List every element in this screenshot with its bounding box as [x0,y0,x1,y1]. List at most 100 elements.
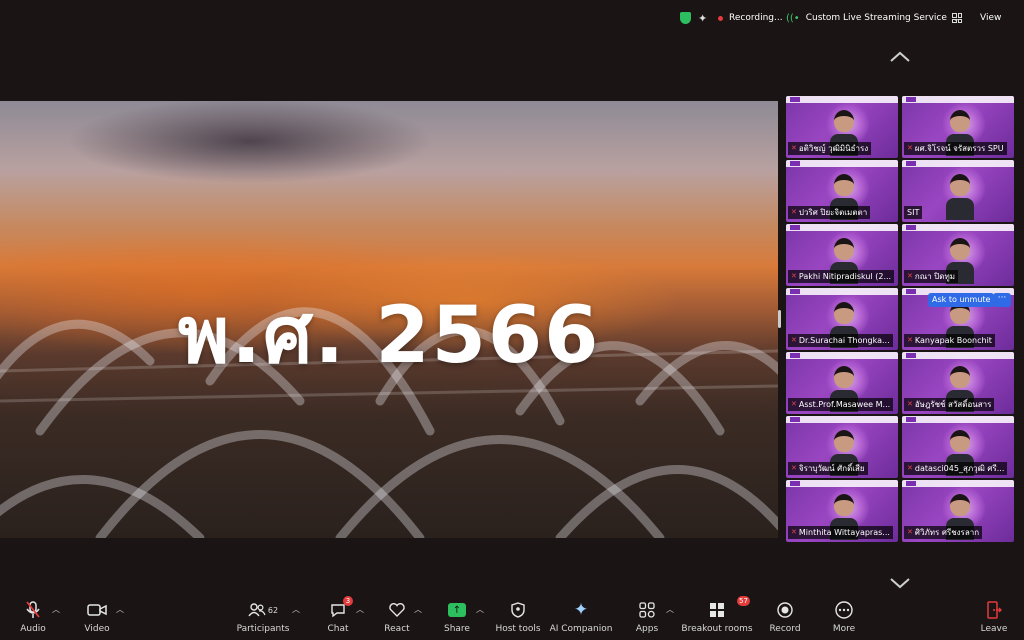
share-button[interactable]: ↑ Share [444,598,470,640]
view-button[interactable]: View [980,10,1001,26]
video-button[interactable]: Video [84,598,110,640]
participant-name-label: ✕ Asst.Prof.Masawee M... [788,398,894,411]
react-button[interactable]: React [384,598,410,640]
slide-banner [902,96,1014,103]
participant-name: อติวิชญ์ วุฒิมินิธำรง [798,144,869,153]
participants-button[interactable]: 62 Participants [236,598,290,640]
record-icon [777,598,793,622]
audio-options-caret-icon[interactable]: ︿ [52,604,60,615]
slide-banner [902,352,1014,359]
live-stream-label: Custom Live Streaming Service [805,13,947,23]
host-shield-icon [511,598,525,622]
recording-indicator[interactable]: Recording... [718,10,783,26]
react-options-caret-icon[interactable]: ︿ [414,604,422,615]
participant-tile[interactable]: ✕ Pakhi Nitipradiskul (2... [786,224,898,286]
mic-muted-icon: ✕ [791,336,797,344]
chat-button[interactable]: 3 Chat [326,596,353,640]
host-tools-button[interactable]: Host tools [495,598,541,640]
split-resize-handle[interactable] [778,310,781,328]
apps-button[interactable]: Apps [634,598,660,640]
view-label: View [980,13,1002,23]
slide-banner [786,96,898,103]
react-label: React [384,624,410,634]
more-label: More [832,624,856,634]
share-label: Share [444,624,470,634]
participant-tile[interactable]: ✕ กณา ปิดทูม [902,224,1014,286]
tile-more-button[interactable]: ··· [993,293,1011,307]
participant-video [946,174,974,222]
video-options-caret-icon[interactable]: ︿ [116,604,124,615]
participant-name: Pakhi Nitipradiskul (2... [798,272,892,281]
participant-tile[interactable]: ✕ จิราบุวัฒน์ ศักดิ์เสีย [786,416,898,478]
slide-banner [786,224,898,231]
ai-sparkle[interactable]: ✦ [698,10,707,26]
slide-banner [902,416,1014,423]
live-stream-indicator[interactable]: ((• Custom Live Streaming Service ⌄ [786,10,960,26]
participant-tile[interactable]: ✕ อติวิชญ์ วุฒิมินิธำรง [786,96,898,158]
microphone-muted-icon [25,598,41,622]
slide-banner [902,224,1014,231]
shield-icon [680,12,691,24]
apps-options-caret-icon[interactable]: ︿ [666,604,674,615]
shared-screen: พ.ศ. 2566 [0,101,778,538]
slide-banner [786,416,898,423]
security-status[interactable] [680,10,691,26]
meeting-toolbar: Audio ︿ Video ︿ 62 Participants ︿ 3 Chat… [0,596,1024,640]
participant-name-label: ✕ ผศ.จิโรจน์ จรัสตรวร SPU [904,142,1007,155]
leave-button[interactable]: Leave [980,598,1008,640]
more-button[interactable]: More [832,598,856,640]
mic-muted-icon: ✕ [791,400,797,408]
participant-tile[interactable]: ✕ Asst.Prof.Masawee M... [786,352,898,414]
participant-tile[interactable]: ✕ ศิวิภัทร ศรีชงรลาก [902,480,1014,542]
participant-name: ศิวิภัทร ศรีชงรลาก [914,528,980,537]
audio-label: Audio [20,624,46,634]
participant-tile[interactable]: ✕ ผศ.จิโรจน์ จรัสตรวร SPU [902,96,1014,158]
participant-name-label: ✕ datasci045_สุภวุฒิ ศรี... [904,462,1008,475]
share-screen-icon: ↑ [448,598,466,622]
ai-companion-button[interactable]: ✦ AI Companion [550,598,613,640]
apps-icon [639,598,655,622]
participant-name: อัษฎรัชช์ สวัสดิ์อนสาร [914,400,992,409]
participant-name-label: ✕ Dr.Surachai Thongka... [788,334,893,347]
participant-name-label: ✕ ปวริศ ปิยะจิตเมตตา [788,206,871,219]
mic-muted-icon: ✕ [907,336,913,344]
sparkle-icon: ✦ [698,11,708,25]
mic-muted-icon: ✕ [907,272,913,280]
participant-name: Dr.Surachai Thongka... [798,336,890,345]
participant-name: กณา ปิดทูม [914,272,955,281]
gallery-scroll-up-chevron-icon[interactable] [889,50,911,64]
participants-options-caret-icon[interactable]: ︿ [292,604,300,615]
participant-tile[interactable]: ✕ Dr.Surachai Thongka... [786,288,898,350]
record-button[interactable]: Record [769,598,801,640]
participant-name-label: ✕ อติวิชญ์ วุฒิมินิธำรง [788,142,872,155]
participant-name-label: ✕ จิราบุวัฒน์ ศักดิ์เสีย [788,462,868,475]
share-options-caret-icon[interactable]: ︿ [476,604,484,615]
breakout-rooms-label: Breakout rooms [681,624,753,634]
ask-to-unmute-button[interactable]: Ask to unmute [928,293,995,307]
live-stream-icon: ((• [786,12,800,24]
participant-tile[interactable]: ✕ ปวริศ ปิยะจิตเมตตา [786,160,898,222]
layout-toggle[interactable] [952,10,962,26]
ai-sparkle-icon: ✦ [573,600,589,620]
participant-tile[interactable]: ✕ อัษฎรัชช์ สวัสดิ์อนสาร [902,352,1014,414]
participant-gallery: ✕ อติวิชญ์ วุฒิมินิธำรง ✕ ผศ.จิโรจน์ จรัสตร… [786,96,1014,544]
participant-name: SIT [907,208,920,217]
apps-label: Apps [635,624,659,634]
participant-tile[interactable]: ✕ datasci045_สุภวุฒิ ศรี... [902,416,1014,478]
mic-muted-icon: ✕ [791,272,797,280]
breakout-rooms-button[interactable]: 57 Breakout rooms [681,596,753,640]
participant-tile[interactable]: ✕ Minthita Wittayapras... [786,480,898,542]
mic-muted-icon: ✕ [791,144,797,152]
participant-name: จิราบุวัฒน์ ศักดิ์เสีย [798,464,865,473]
chat-options-caret-icon[interactable]: ︿ [356,604,364,615]
slide-banner [786,480,898,487]
gallery-scroll-down-chevron-icon[interactable] [889,576,911,590]
participant-tile[interactable]: SIT [902,160,1014,222]
slide-banner [786,288,898,295]
chat-label: Chat [327,624,349,634]
leave-door-icon [986,598,1002,622]
audio-button[interactable]: Audio [20,598,46,640]
participant-name-label: SIT [904,206,923,219]
participants-label: Participants [236,624,290,634]
mic-muted-icon: ✕ [791,464,797,472]
